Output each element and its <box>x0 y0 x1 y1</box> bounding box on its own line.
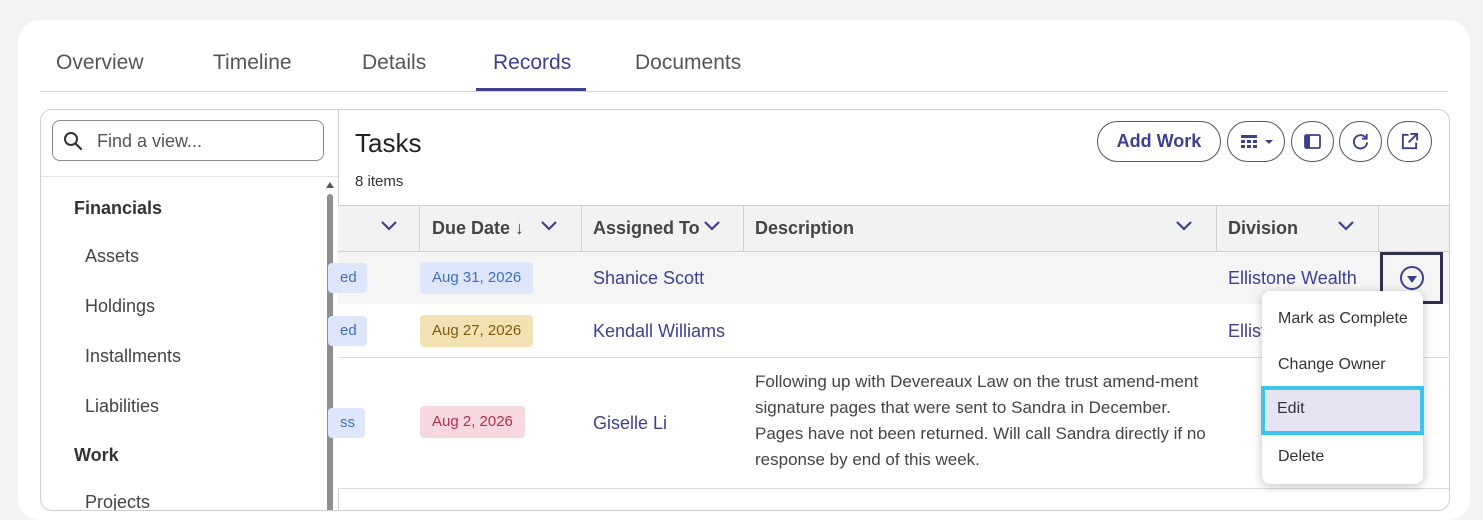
tab-bar: Overview Timeline Details Records Docume… <box>40 48 1448 92</box>
view-search-input[interactable] <box>97 129 312 153</box>
row-actions-button[interactable] <box>1400 266 1424 290</box>
view-sidebar: Financials Assets Holdings Installments … <box>41 110 339 510</box>
sidebar-group-work: Work <box>74 445 119 465</box>
caret-down-icon <box>1407 276 1417 283</box>
scroll-thumb[interactable] <box>327 194 333 510</box>
due-date-chip: Aug 27, 2026 <box>420 315 534 347</box>
open-external-icon <box>1401 132 1419 150</box>
panel-toggle-icon <box>1304 134 1321 149</box>
chevron-down-icon[interactable] <box>541 221 557 231</box>
open-external-button[interactable] <box>1387 121 1432 162</box>
column-header-description[interactable]: Description <box>755 218 854 239</box>
menu-item-mark-as-complete[interactable]: Mark as Complete <box>1262 296 1423 342</box>
scroll-up-arrow-icon[interactable] <box>326 182 334 188</box>
column-header-due-date[interactable]: Due Date ↓ <box>432 218 524 239</box>
sidebar-item-assets[interactable]: Assets <box>85 246 139 267</box>
column-separator <box>743 206 744 251</box>
assignee-link[interactable]: Giselle Li <box>593 413 667 434</box>
grid-header: Due Date ↓ Assigned To Description Divis… <box>338 206 1449 252</box>
status-chip: ed <box>328 316 367 346</box>
column-header-assigned-to[interactable]: Assigned To <box>593 218 700 239</box>
status-chip: ed <box>328 263 367 293</box>
grid-view-button[interactable] <box>1227 121 1285 162</box>
assignee-link[interactable]: Shanice Scott <box>593 268 704 289</box>
active-tab-indicator <box>476 88 586 91</box>
chevron-down-icon[interactable] <box>704 221 720 231</box>
sidebar-item-holdings[interactable]: Holdings <box>85 296 155 317</box>
panel-toggle-button[interactable] <box>1291 121 1334 162</box>
add-work-button[interactable]: Add Work <box>1097 121 1221 162</box>
division-link[interactable]: Ellistone Wealth <box>1228 268 1378 289</box>
item-count: 8 items <box>355 173 404 190</box>
menu-item-edit[interactable]: Edit <box>1261 386 1424 435</box>
sidebar-group-financials: Financials <box>74 198 163 218</box>
search-icon <box>64 132 83 151</box>
view-search-box[interactable] <box>52 120 324 161</box>
column-separator <box>419 206 420 251</box>
tab-details[interactable]: Details <box>362 51 426 75</box>
row-actions-menu: Mark as Complete Change Owner Edit Delet… <box>1261 291 1424 484</box>
status-chip: ss <box>328 408 365 438</box>
page-title: Tasks <box>355 128 422 158</box>
column-separator <box>1216 206 1217 251</box>
tab-documents[interactable]: Documents <box>635 51 741 75</box>
chevron-down-icon[interactable] <box>1338 221 1354 231</box>
menu-item-delete[interactable]: Delete <box>1262 434 1423 480</box>
column-separator <box>581 206 582 251</box>
tab-timeline[interactable]: Timeline <box>213 51 292 75</box>
column-menu-chevron-icon[interactable] <box>381 221 397 231</box>
column-separator <box>1378 206 1379 251</box>
sidebar-item-installments[interactable]: Installments <box>85 346 181 367</box>
task-description: Following up with Devereaux Law on the t… <box>755 372 1206 469</box>
sidebar-divider <box>41 176 338 177</box>
column-header-division[interactable]: Division <box>1228 218 1298 239</box>
grid-view-icon <box>1241 135 1257 148</box>
due-date-chip: Aug 31, 2026 <box>420 262 534 294</box>
assignee-link[interactable]: Kendall Williams <box>593 321 725 342</box>
sidebar-item-liabilities[interactable]: Liabilities <box>85 396 159 417</box>
refresh-button[interactable] <box>1339 121 1382 162</box>
chevron-down-icon[interactable] <box>1176 221 1192 231</box>
refresh-icon <box>1352 133 1369 150</box>
sidebar-item-projects[interactable]: Projects <box>85 492 150 510</box>
tab-overview[interactable]: Overview <box>56 51 144 75</box>
tab-records[interactable]: Records <box>493 51 571 75</box>
records-panel: Financials Assets Holdings Installments … <box>40 109 1450 511</box>
chevron-down-icon <box>1265 140 1273 144</box>
menu-item-change-owner[interactable]: Change Owner <box>1262 342 1423 388</box>
due-date-chip: Aug 2, 2026 <box>420 406 525 438</box>
